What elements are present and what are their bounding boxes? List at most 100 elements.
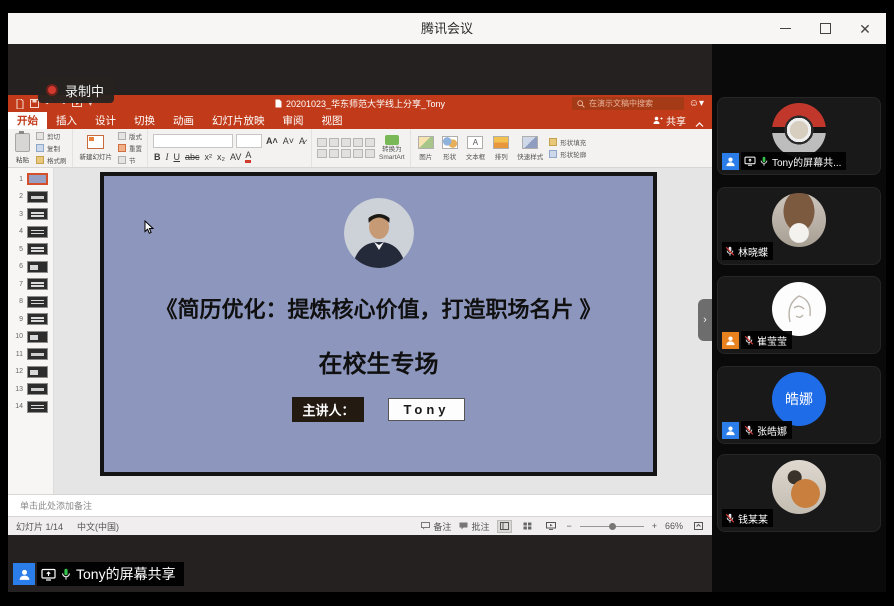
slide-thumb-10[interactable]: 10 bbox=[12, 331, 53, 343]
slide-thumb-1[interactable]: 1 bbox=[12, 173, 53, 185]
layout-button[interactable]: 版式 bbox=[118, 131, 142, 141]
columns-icon[interactable] bbox=[365, 149, 375, 158]
screen-share-banner: Tony的屏幕共享 bbox=[13, 562, 184, 586]
zoom-in-button[interactable]: + bbox=[652, 521, 657, 531]
ppt-share-button[interactable]: 共享 bbox=[653, 112, 686, 129]
format-painter-button[interactable]: 格式刷 bbox=[36, 155, 67, 165]
maximize-button[interactable] bbox=[818, 22, 832, 36]
reset-button[interactable]: 重置 bbox=[118, 143, 142, 153]
indent-increase-icon[interactable] bbox=[353, 138, 363, 147]
slide-thumb-3[interactable]: 3 bbox=[12, 208, 53, 220]
bullets-icon[interactable] bbox=[317, 138, 327, 147]
tab-transitions[interactable]: 切换 bbox=[125, 112, 164, 129]
picture-button[interactable]: 图片 bbox=[416, 136, 436, 161]
line-spacing-icon[interactable] bbox=[365, 138, 375, 147]
slide-thumb-12[interactable]: 12 bbox=[12, 366, 53, 378]
slide-thumb-11[interactable]: 11 bbox=[12, 348, 53, 360]
cut-button[interactable]: 剪切 bbox=[36, 131, 67, 141]
font-color-button[interactable]: A bbox=[245, 151, 251, 163]
tab-animations[interactable]: 动画 bbox=[164, 112, 203, 129]
paragraph-group: 转换为 SmartArt bbox=[312, 129, 411, 167]
slide-canvas[interactable]: 《简历优化：提炼核心价值，打造职场名片 》 在校生专场 主讲人： Tony bbox=[54, 168, 712, 494]
new-slide-button[interactable]: 新建幻灯片 bbox=[78, 135, 115, 161]
picture-icon bbox=[418, 136, 434, 149]
font-name-select[interactable] bbox=[153, 134, 233, 148]
tab-review[interactable]: 审阅 bbox=[274, 112, 313, 129]
language-indicator[interactable]: 中文(中国) bbox=[77, 520, 119, 533]
fit-slide-button[interactable] bbox=[691, 520, 706, 533]
participant-tile-tony[interactable]: Tony的屏幕共... bbox=[717, 97, 881, 175]
underline-button[interactable]: U bbox=[173, 152, 182, 162]
justify-icon[interactable] bbox=[353, 149, 363, 158]
notes-toggle-button[interactable]: 备注 bbox=[421, 520, 451, 533]
collapse-ribbon-icon[interactable] bbox=[695, 115, 704, 133]
convert-smartart-button[interactable]: 转换为 SmartArt bbox=[379, 135, 405, 161]
tab-slideshow[interactable]: 幻灯片放映 bbox=[203, 112, 274, 129]
slide-thumb-4[interactable]: 4 bbox=[12, 226, 53, 238]
normal-view-button[interactable] bbox=[497, 520, 512, 533]
align-center-icon[interactable] bbox=[329, 149, 339, 158]
participant-tile-qianmoumou[interactable]: 钱某某 bbox=[717, 454, 881, 532]
zoom-slider[interactable] bbox=[580, 520, 644, 533]
indent-decrease-icon[interactable] bbox=[341, 138, 351, 147]
slide-thumb-2[interactable]: 2 bbox=[12, 191, 53, 203]
participant-tile-linxiaodie[interactable]: 林晓蝶 bbox=[717, 187, 881, 265]
comments-toggle-button[interactable]: 批注 bbox=[459, 520, 489, 533]
tab-home[interactable]: 开始 bbox=[8, 112, 47, 129]
participant-tile-cuiyingying[interactable]: 崔莹莹 bbox=[717, 276, 881, 354]
paste-button[interactable]: 粘贴 bbox=[13, 133, 32, 164]
superscript-button[interactable]: x² bbox=[204, 152, 214, 162]
feedback-smiley-icon[interactable]: ☺▾ bbox=[689, 97, 704, 110]
slide-thumb-8[interactable]: 8 bbox=[12, 296, 53, 308]
shape-fill-button[interactable]: 形状填充 bbox=[549, 137, 586, 147]
subscript-button[interactable]: x₂ bbox=[216, 152, 226, 162]
bold-button[interactable]: B bbox=[153, 152, 162, 162]
grow-font-button[interactable]: A˄ bbox=[265, 136, 279, 146]
textbox-button[interactable]: A文本框 bbox=[464, 136, 488, 161]
tab-view[interactable]: 视图 bbox=[313, 112, 352, 129]
align-right-icon[interactable] bbox=[341, 149, 351, 158]
current-slide[interactable]: 《简历优化：提炼核心价值，打造职场名片 》 在校生专场 主讲人： Tony bbox=[100, 172, 657, 476]
section-button[interactable]: 节 bbox=[118, 155, 142, 165]
comments-icon bbox=[459, 522, 468, 530]
clear-format-button[interactable]: A̷ bbox=[298, 136, 306, 146]
sidebar-expand-handle[interactable]: › bbox=[698, 299, 712, 341]
notes-pane[interactable]: 单击此处添加备注 bbox=[8, 494, 712, 516]
strikethrough-button[interactable]: abc bbox=[184, 152, 201, 162]
font-size-select[interactable] bbox=[236, 134, 262, 148]
quick-styles-button[interactable]: 快速样式 bbox=[515, 136, 545, 161]
close-button[interactable]: ✕ bbox=[858, 22, 872, 36]
participants-sidebar: Tony的屏幕共... 林晓蝶 bbox=[712, 44, 886, 592]
participant-name: 钱某某 bbox=[738, 511, 768, 526]
ppt-search-input[interactable]: 在演示文稿中搜索 bbox=[572, 97, 684, 110]
numbering-icon[interactable] bbox=[329, 138, 339, 147]
slide-thumbnail-panel[interactable]: 1 2 3 4 5 6 7 8 9 10 11 12 13 14 bbox=[8, 168, 54, 494]
slide-thumb-14[interactable]: 14 bbox=[12, 401, 53, 413]
zoom-level[interactable]: 66% bbox=[665, 521, 683, 531]
tab-insert[interactable]: 插入 bbox=[47, 112, 86, 129]
paragraph-buttons[interactable] bbox=[317, 138, 375, 158]
powerpoint-window: ↶ ↷ ▾ 20201023_华东师范大学线上分享_Tony 在演示文稿中搜索 … bbox=[8, 95, 712, 535]
zoom-out-button[interactable]: − bbox=[566, 521, 571, 531]
shared-screen-area: 录制中 ↶ ↷ ▾ 20201023_华东师范大学线上分享_Tony bbox=[8, 44, 712, 592]
align-left-icon[interactable] bbox=[317, 149, 327, 158]
slide-sorter-view-button[interactable] bbox=[520, 520, 535, 533]
slide-thumb-7[interactable]: 7 bbox=[12, 278, 53, 290]
slide-thumb-6[interactable]: 6 bbox=[12, 261, 53, 273]
shrink-font-button[interactable]: A˅ bbox=[282, 136, 295, 146]
italic-button[interactable]: I bbox=[165, 152, 170, 162]
character-spacing-button[interactable]: AV bbox=[229, 152, 242, 162]
arrange-button[interactable]: 排列 bbox=[491, 136, 511, 161]
shapes-button[interactable]: 形状 bbox=[440, 136, 460, 161]
tab-design[interactable]: 设计 bbox=[86, 112, 125, 129]
smartart-icon bbox=[385, 135, 399, 145]
presenter-row: 主讲人： Tony bbox=[292, 397, 464, 422]
minimize-button[interactable] bbox=[778, 22, 792, 36]
slide-thumb-5[interactable]: 5 bbox=[12, 243, 53, 255]
slide-thumb-13[interactable]: 13 bbox=[12, 383, 53, 395]
slideshow-view-button[interactable] bbox=[543, 520, 558, 533]
copy-button[interactable]: 复制 bbox=[36, 143, 67, 153]
slide-thumb-9[interactable]: 9 bbox=[12, 313, 53, 325]
participant-tile-zhanghaona[interactable]: 皓娜 张皓娜 bbox=[717, 366, 881, 444]
shape-outline-button[interactable]: 形状轮廓 bbox=[549, 149, 586, 159]
